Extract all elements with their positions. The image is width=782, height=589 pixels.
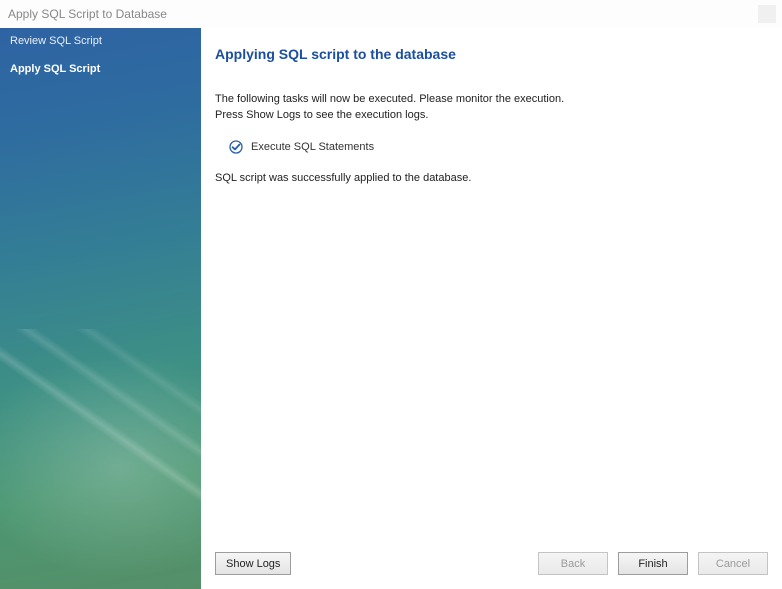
window-button-placeholder — [758, 5, 776, 23]
title-bar: Apply SQL Script to Database — [0, 0, 782, 28]
task-row: Execute SQL Statements — [229, 140, 768, 154]
button-bar: Show Logs Back Finish Cancel — [215, 552, 768, 575]
checkmark-icon — [229, 140, 243, 154]
intro-text: The following tasks will now be executed… — [215, 92, 768, 124]
finish-button[interactable]: Finish — [618, 552, 688, 575]
sidebar-step-apply: Apply SQL Script — [0, 54, 201, 84]
sidebar-step-label: Review SQL Script — [10, 35, 102, 47]
task-label: Execute SQL Statements — [251, 141, 374, 153]
sidebar-step-label: Apply SQL Script — [10, 63, 100, 75]
back-button: Back — [538, 552, 608, 575]
intro-line-2: Press Show Logs to see the execution log… — [215, 109, 428, 121]
intro-line-1: The following tasks will now be executed… — [215, 93, 564, 105]
window-title: Apply SQL Script to Database — [8, 7, 167, 21]
content-area: Review SQL Script Apply SQL Script Apply… — [0, 28, 782, 589]
wizard-sidebar: Review SQL Script Apply SQL Script — [0, 28, 201, 589]
main-panel: Applying SQL script to the database The … — [201, 28, 782, 589]
show-logs-button[interactable]: Show Logs — [215, 552, 291, 575]
status-message: SQL script was successfully applied to t… — [215, 172, 768, 184]
page-heading: Applying SQL script to the database — [215, 46, 768, 62]
cancel-button: Cancel — [698, 552, 768, 575]
sidebar-step-review: Review SQL Script — [0, 28, 201, 54]
